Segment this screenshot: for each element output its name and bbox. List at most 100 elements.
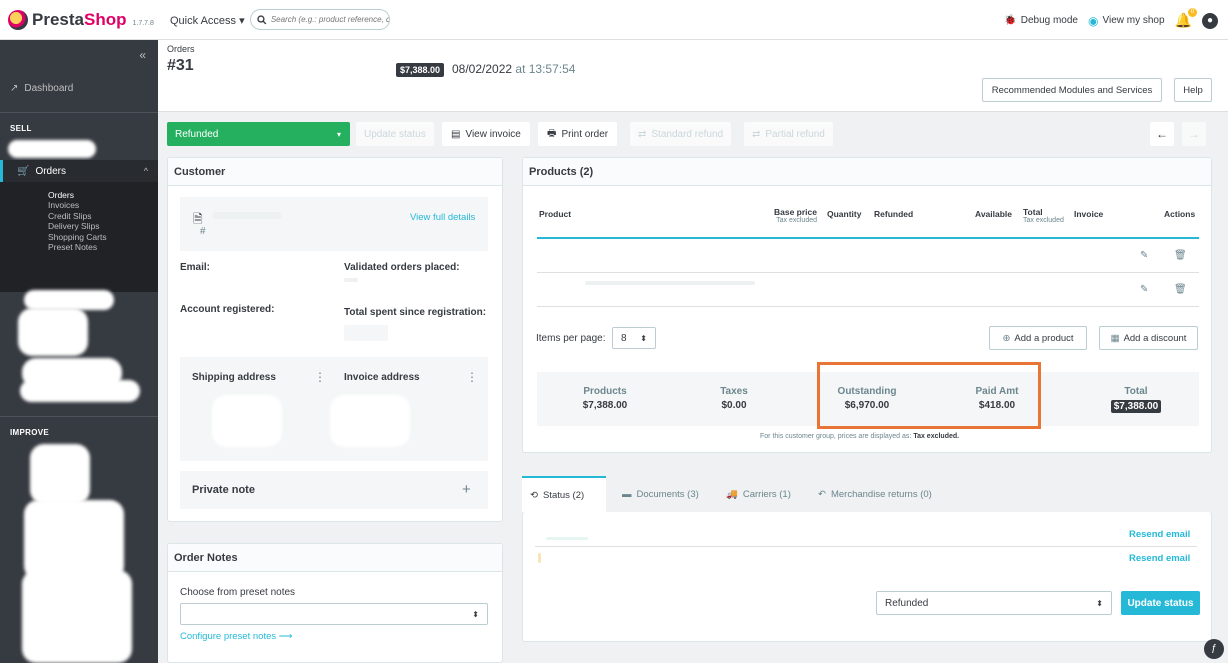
update-status-button[interactable]: Update status (356, 122, 434, 146)
sidebar-item-orders[interactable]: 🛒 Orders ^ (0, 160, 158, 182)
edit-pencil-icon[interactable]: ✎ (1140, 250, 1148, 261)
bug-icon: 🐞 (1004, 15, 1017, 26)
items-per-page-select[interactable]: 8 ⬍ (612, 327, 656, 349)
truck-icon: 🚚 (726, 488, 738, 500)
order-status-value: Refunded (175, 128, 219, 140)
tab-status[interactable]: ⟲ Status (2) (522, 476, 606, 512)
add-discount-button[interactable]: ▦ Add a discount (1099, 326, 1198, 350)
shipping-address-label: Shipping address (192, 372, 276, 383)
redacted-customer-name (212, 212, 282, 219)
redacted-product-name (585, 281, 755, 285)
submenu-orders[interactable]: Orders (48, 190, 158, 200)
trash-icon[interactable]: 🗑 (1174, 250, 1187, 261)
configure-preset-notes-link[interactable]: Configure preset notes ⟶ (180, 631, 292, 642)
invoice-address-label: Invoice address (344, 372, 420, 383)
button-label: Add a product (1014, 332, 1074, 344)
redacted-block (212, 395, 282, 447)
submenu-invoices[interactable]: Invoices (48, 200, 158, 210)
sidebar-item-label: Orders (35, 165, 67, 177)
sidebar-section-improve: IMPROVE (10, 428, 49, 437)
total-spent-label: Total spent since registration: (344, 307, 487, 318)
notifications-button[interactable]: 🔔 0 (1175, 8, 1197, 29)
chevron-down-icon: ▾ (336, 129, 341, 139)
recommended-modules-button[interactable]: Recommended Modules and Services (982, 78, 1162, 102)
orders-submenu: Orders Invoices Credit Slips Delivery Sl… (0, 182, 158, 292)
resend-email-link[interactable]: Resend email (1129, 553, 1190, 564)
status-row-divider (535, 546, 1197, 547)
sidebar-item-dashboard[interactable]: ↗ Dashboard (0, 68, 158, 108)
basket-icon: 🛒 (17, 165, 30, 177)
top-bar: PrestaShop 1.7.7.8 Quick Access ▾ 🐞Debug… (0, 0, 1228, 40)
order-toolbar: Refunded ▾ Update status ▤ View invoice 🖶… (158, 112, 1228, 154)
submenu-delivery-slips[interactable]: Delivery Slips (48, 221, 158, 231)
select-arrows-icon: ⬍ (472, 609, 479, 619)
email-label: Email: (180, 262, 211, 273)
button-label: Partial refund (765, 128, 825, 140)
collapse-sidebar-button[interactable]: « (139, 48, 146, 62)
summary-total-label: Total (1124, 386, 1148, 397)
button-label: Add a discount (1123, 332, 1187, 344)
col-base-price-sub: Tax excluded (776, 217, 817, 224)
tab-documents[interactable]: ▬ Documents (3) (614, 476, 707, 512)
brand-name: PrestaShop (32, 10, 127, 29)
debug-mode-label: Debug mode (1020, 15, 1078, 26)
search-input[interactable] (270, 15, 389, 24)
redacted-block (24, 500, 124, 580)
quick-access-dropdown[interactable]: Quick Access ▾ (170, 14, 245, 27)
col-base-price-label: Base price (774, 207, 817, 217)
previous-order-button[interactable]: ← (1150, 122, 1174, 146)
add-product-button[interactable]: ⊕ Add a product (989, 326, 1087, 350)
version-label: 1.7.7.8 (132, 19, 154, 27)
edit-pencil-icon[interactable]: ✎ (1140, 284, 1148, 295)
tax-footnote-text: For this customer group, prices are disp… (760, 433, 912, 440)
kebab-menu-icon[interactable]: ⋮ (314, 370, 326, 384)
update-status-submit-button[interactable]: Update status (1121, 591, 1200, 615)
sidebar-divider (0, 112, 158, 113)
view-shop-link[interactable]: ◉ View my shop (1088, 14, 1165, 28)
redacted-block (22, 570, 132, 663)
sidebar-item-label: Dashboard (24, 82, 74, 94)
tab-merchandise-returns[interactable]: ↶ Merchandise returns (0) (810, 476, 940, 512)
view-invoice-button[interactable]: ▤ View invoice (442, 122, 530, 146)
add-note-icon[interactable]: + (462, 481, 471, 498)
trash-icon[interactable]: 🗑 (1174, 284, 1187, 295)
table-row-divider (537, 306, 1199, 307)
partial-refund-button[interactable]: ⇄ Partial refund (744, 122, 833, 146)
tab-carriers[interactable]: 🚚 Carriers (1) (718, 476, 799, 512)
standard-refund-button[interactable]: ⇄ Standard refund (630, 122, 732, 146)
search-box[interactable] (250, 9, 390, 30)
col-available: Available (975, 209, 1013, 219)
printer-icon: 🖶 (547, 127, 557, 139)
help-button[interactable]: Help (1174, 78, 1212, 102)
kebab-menu-icon[interactable]: ⋮ (466, 370, 478, 384)
view-full-details-link[interactable]: View full details (410, 212, 475, 223)
redacted-block (20, 380, 140, 402)
user-account-icon[interactable]: ● (1202, 12, 1218, 29)
next-order-button[interactable]: → (1182, 122, 1206, 146)
status-select[interactable]: Refunded ⬍ (876, 591, 1112, 615)
resend-email-link[interactable]: Resend email (1129, 529, 1190, 540)
select-arrows-icon: ⬍ (1096, 598, 1103, 608)
submenu-preset-notes[interactable]: Preset Notes (48, 242, 158, 252)
breadcrumb[interactable]: Orders (167, 44, 195, 54)
print-order-button[interactable]: 🖶 Print order (538, 122, 618, 146)
submenu-credit-slips[interactable]: Credit Slips (48, 211, 158, 221)
debug-mode-link[interactable]: 🐞 Debug mode (1004, 15, 1078, 26)
customer-id: # (200, 226, 206, 237)
button-label: Print order (561, 128, 609, 140)
redacted-status-row (546, 537, 588, 540)
order-number: #31 (167, 57, 194, 74)
col-base-price: Base price Tax excluded (759, 207, 817, 224)
submenu-shopping-carts[interactable]: Shopping Carts (48, 232, 158, 242)
summary-products: Products $7,388.00 (565, 386, 645, 411)
preset-notes-select[interactable]: ⬍ (180, 603, 488, 625)
notification-count: 0 (1188, 8, 1197, 17)
top-right-actions: 🐞 Debug mode ◉ View my shop 🔔 0 ● (1004, 8, 1218, 29)
symfony-debug-icon[interactable]: ƒ (1204, 639, 1224, 659)
order-notes-title: Order Notes (168, 544, 502, 572)
order-status-select[interactable]: Refunded ▾ (167, 122, 350, 146)
table-row-divider (537, 272, 1199, 273)
prestashop-logo[interactable]: PrestaShop 1.7.7.8 (8, 10, 154, 30)
preset-notes-label: Choose from preset notes (180, 587, 296, 598)
button-label: Standard refund (651, 128, 724, 140)
